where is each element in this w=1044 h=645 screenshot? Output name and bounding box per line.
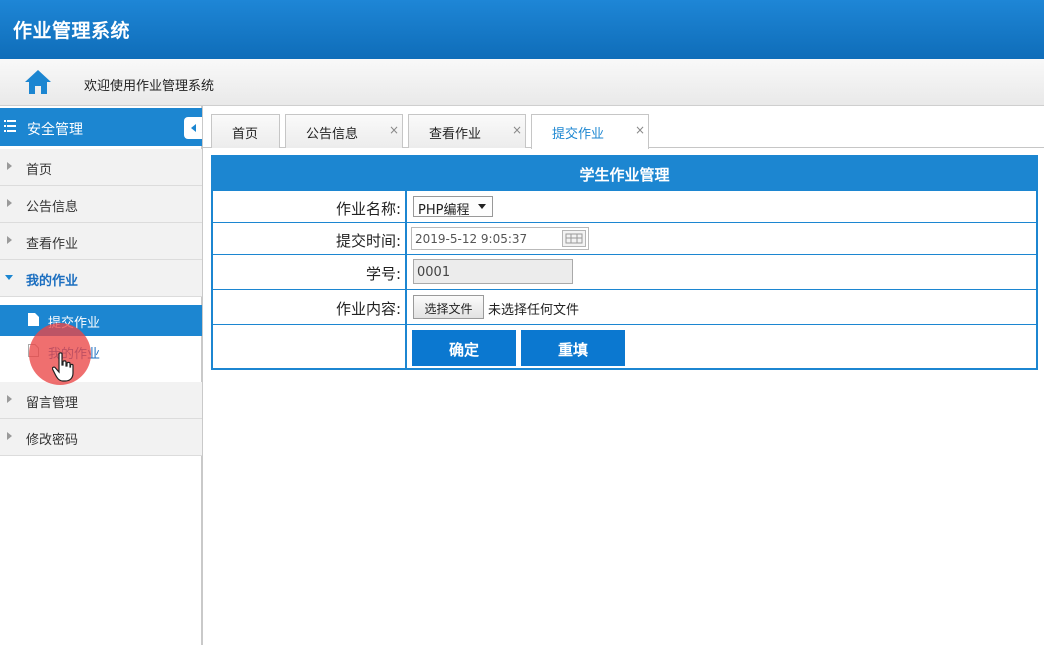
close-icon[interactable]: × (635, 123, 645, 137)
sidebar-header: 安全管理 (0, 108, 202, 146)
home-icon[interactable] (24, 69, 52, 95)
field-label: 作业内容: (335, 300, 401, 318)
select-value: PHP编程 (418, 203, 470, 218)
file-status: 未选择任何文件 (488, 303, 580, 318)
sidebar-subitem-label: 我的作业 (48, 347, 101, 362)
choose-file-button[interactable]: 选择文件 (413, 295, 484, 319)
tab-bar: 首页 公告信息 × 查看作业 × 提交作业 × (203, 106, 1044, 149)
sidebar-item-my-homework[interactable]: 我的作业 (0, 260, 202, 297)
welcome-text: 欢迎使用作业管理系统 (84, 79, 215, 94)
field-label: 作业名称: (335, 200, 401, 218)
sidebar-item-view-homework[interactable]: 查看作业 (0, 223, 202, 260)
chevron-right-icon (7, 432, 12, 440)
sidebar: 安全管理 首页 公告信息 查看作业 我的作业 提交作业 我的作业 留言管理 修改… (0, 106, 203, 645)
tab-label: 查看作业 (429, 127, 482, 142)
sidebar-item-home[interactable]: 首页 (0, 149, 202, 186)
chevron-right-icon (7, 162, 12, 170)
sidebar-item-label: 修改密码 (26, 433, 79, 448)
sidebar-item-messages[interactable]: 留言管理 (0, 382, 202, 419)
student-id-field: 0001 (413, 259, 573, 284)
tab-label: 公告信息 (306, 127, 359, 142)
homework-name-select[interactable]: PHP编程 (413, 196, 493, 218)
homework-form: 学生作业管理 作业名称: PHP编程 提交时间: 2019-5-12 9:05:… (211, 155, 1038, 370)
sidebar-item-label: 留言管理 (26, 396, 79, 411)
tab-label: 首页 (232, 127, 259, 142)
sidebar-item-change-password[interactable]: 修改密码 (0, 419, 202, 456)
form-row-student-id: 学号: 0001 (213, 254, 1036, 289)
app-window: 作业管理系统 欢迎使用作业管理系统 安全管理 首页 公告信息 查看作业 我的作业… (0, 0, 1044, 645)
document-icon (28, 344, 39, 357)
top-header: 作业管理系统 (0, 0, 1044, 59)
reset-button[interactable]: 重填 (521, 330, 625, 366)
sidebar-subitem-my-homework[interactable]: 我的作业 (0, 336, 202, 367)
sidebar-item-label: 公告信息 (26, 200, 79, 215)
sidebar-subitem-submit-homework[interactable]: 提交作业 (0, 305, 202, 336)
dropdown-arrow-icon (478, 204, 486, 209)
confirm-button[interactable]: 确定 (412, 330, 516, 366)
chevron-right-icon (7, 395, 12, 403)
sidebar-item-label: 首页 (26, 163, 53, 178)
field-label: 提交时间: (335, 232, 401, 250)
calendar-icon[interactable] (562, 230, 586, 247)
tab-label: 提交作业 (552, 127, 605, 142)
tab-home[interactable]: 首页 (211, 114, 280, 148)
collapse-sidebar-button[interactable] (184, 117, 202, 139)
chevron-down-icon (5, 275, 13, 280)
sidebar-item-label: 我的作业 (26, 274, 79, 289)
form-header: 学生作业管理 (213, 157, 1036, 190)
tab-view-homework[interactable]: 查看作业 × (408, 114, 526, 148)
form-row-actions: 确定 重填 (213, 324, 1036, 368)
chevron-right-icon (7, 236, 12, 244)
form-row-time: 提交时间: 2019-5-12 9:05:37 (213, 222, 1036, 254)
tab-announcements[interactable]: 公告信息 × (285, 114, 403, 148)
sidebar-item-announcements[interactable]: 公告信息 (0, 186, 202, 223)
close-icon[interactable]: × (512, 123, 522, 137)
chevron-right-icon (7, 199, 12, 207)
sidebar-item-label: 查看作业 (26, 237, 79, 252)
form-row-name: 作业名称: PHP编程 (213, 190, 1036, 222)
field-label: 学号: (365, 265, 401, 283)
sidebar-subitem-label: 提交作业 (48, 316, 101, 331)
list-icon (4, 120, 16, 132)
form-row-content: 作业内容: 选择文件 未选择任何文件 (213, 289, 1036, 324)
submit-time-input[interactable]: 2019-5-12 9:05:37 (411, 227, 589, 250)
sidebar-title: 安全管理 (27, 122, 83, 138)
app-title: 作业管理系统 (13, 20, 131, 42)
welcome-bar: 欢迎使用作业管理系统 (0, 59, 1044, 106)
form-title: 学生作业管理 (579, 166, 670, 184)
tab-submit-homework[interactable]: 提交作业 × (531, 114, 649, 149)
date-value: 2019-5-12 9:05:37 (415, 232, 528, 246)
document-icon (28, 313, 39, 326)
close-icon[interactable]: × (389, 123, 399, 137)
